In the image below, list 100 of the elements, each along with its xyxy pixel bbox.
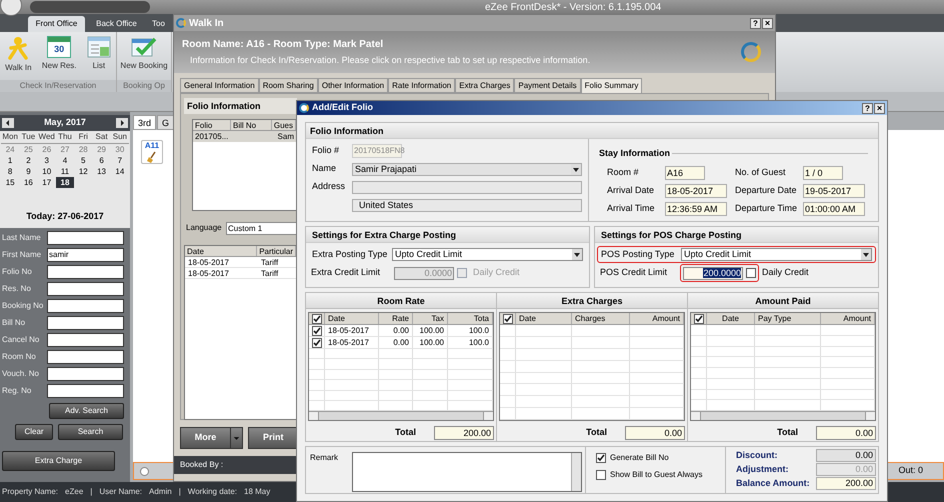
- column-header[interactable]: Tota: [448, 313, 493, 324]
- calendar-day[interactable]: 8: [1, 166, 20, 177]
- help-button[interactable]: ?: [862, 102, 873, 114]
- ribbon-button[interactable]: 30 New Res.: [42, 36, 77, 72]
- checkbox[interactable]: [746, 268, 756, 278]
- ribbon-button[interactable]: New Booking: [120, 36, 168, 72]
- calendar-day[interactable]: 24: [1, 144, 20, 155]
- name-dropdown[interactable]: Samir Prajapati: [352, 162, 582, 176]
- column-header[interactable]: Amount: [821, 313, 875, 324]
- tab[interactable]: Other Information: [318, 78, 388, 93]
- search-input-field[interactable]: [47, 367, 124, 381]
- tab[interactable]: Payment Details: [514, 78, 581, 93]
- calendar-day[interactable]: 1: [1, 155, 20, 166]
- ribbon-tab[interactable]: Front Office: [28, 16, 85, 32]
- clear-button[interactable]: Clear: [15, 424, 53, 440]
- calendar-day[interactable]: 9: [19, 166, 38, 177]
- radio-button[interactable]: [140, 466, 149, 476]
- column-header[interactable]: Date: [516, 313, 572, 324]
- calendar-day[interactable]: 11: [56, 166, 74, 177]
- calendar-day[interactable]: 12: [74, 166, 92, 177]
- calendar-day[interactable]: 18: [56, 177, 74, 188]
- checkbox[interactable]: [312, 314, 322, 324]
- close-button[interactable]: ×: [762, 18, 773, 28]
- remark-field[interactable]: [352, 452, 582, 492]
- country-field[interactable]: United States: [352, 198, 582, 212]
- column-header[interactable]: Amount: [630, 313, 684, 324]
- column-header[interactable]: Folio: [193, 120, 232, 130]
- checkbox[interactable]: [502, 314, 512, 324]
- checkbox[interactable]: [312, 326, 322, 336]
- horizontal-scrollbar[interactable]: [309, 411, 493, 420]
- floor-tab[interactable]: G: [157, 115, 174, 130]
- language-field[interactable]: Custom 1: [226, 222, 297, 234]
- previous-month-icon[interactable]: [2, 118, 14, 128]
- advanced-search-button[interactable]: Adv. Search: [49, 402, 124, 418]
- ribbon-button[interactable]: List: [86, 36, 111, 72]
- room-tile[interactable]: A11: [141, 140, 163, 164]
- calendar-day[interactable]: 27: [56, 144, 74, 155]
- calendar-day[interactable]: 26: [38, 144, 56, 155]
- calendar-day[interactable]: 25: [19, 144, 38, 155]
- posting-type-dropdown[interactable]: Upto Credit Limit: [681, 248, 872, 261]
- ribbon-tab[interactable]: Back Office: [88, 16, 145, 32]
- help-button[interactable]: ?: [750, 18, 761, 28]
- more-button[interactable]: More: [180, 427, 243, 449]
- calendar-day[interactable]: 15: [1, 177, 20, 188]
- ribbon-tab[interactable]: Too: [148, 16, 170, 32]
- calendar-day[interactable]: 16: [19, 177, 38, 188]
- caret-icon: [230, 428, 242, 448]
- checkbox[interactable]: [457, 268, 467, 278]
- search-input-field[interactable]: [47, 282, 124, 296]
- calendar-day[interactable]: 13: [92, 166, 111, 177]
- search-input-field[interactable]: [47, 299, 124, 313]
- column-header[interactable]: Rate: [379, 313, 413, 324]
- floor-tab[interactable]: 3rd: [133, 115, 156, 130]
- tab[interactable]: Rate Information: [388, 78, 456, 93]
- calendar-day[interactable]: 3: [38, 155, 56, 166]
- column-header[interactable]: Date: [325, 313, 379, 324]
- address-field[interactable]: [352, 180, 582, 194]
- tab[interactable]: Room Sharing: [258, 78, 318, 93]
- tab[interactable]: Extra Charges: [455, 78, 514, 93]
- checkbox[interactable]: [596, 453, 606, 463]
- calendar-day[interactable]: 10: [38, 166, 56, 177]
- column-header[interactable]: Charges: [572, 313, 630, 324]
- app-logo[interactable]: [0, 0, 22, 16]
- search-input-field[interactable]: [47, 333, 124, 347]
- column-header[interactable]: Pay Type: [755, 313, 821, 324]
- calendar-day[interactable]: 14: [110, 166, 129, 177]
- search-button[interactable]: Search: [58, 424, 123, 440]
- calendar-day[interactable]: 7: [110, 155, 129, 166]
- credit-limit-field[interactable]: 200.0000: [683, 266, 743, 280]
- calendar-day[interactable]: 28: [74, 144, 92, 155]
- calendar-day[interactable]: 6: [92, 155, 111, 166]
- close-button[interactable]: ×: [874, 102, 885, 114]
- posting-type-dropdown[interactable]: Upto Credit Limit: [392, 248, 583, 261]
- checkbox[interactable]: [694, 314, 704, 324]
- column-header[interactable]: Bill No: [231, 120, 272, 130]
- checkbox[interactable]: [596, 470, 606, 480]
- column-header[interactable]: Date: [185, 246, 258, 256]
- extra-charge-button[interactable]: Extra Charge: [2, 450, 115, 470]
- horizontal-scrollbar[interactable]: [691, 411, 875, 420]
- tab[interactable]: General Information: [180, 78, 259, 93]
- calendar-day[interactable]: 29: [92, 144, 111, 155]
- search-input-field[interactable]: samir: [47, 248, 124, 262]
- checkbox[interactable]: [312, 338, 322, 348]
- ribbon-button[interactable]: Walk In: [5, 36, 32, 74]
- search-input-field[interactable]: [47, 384, 124, 398]
- calendar-day[interactable]: 2: [19, 155, 38, 166]
- calendar-day[interactable]: 17: [38, 177, 56, 188]
- vertical-scrollbar[interactable]: [571, 453, 581, 491]
- search-input-field[interactable]: [47, 316, 124, 330]
- tab[interactable]: Folio Summary: [580, 78, 642, 93]
- calendar-day[interactable]: 5: [74, 155, 92, 166]
- calendar-day[interactable]: 30: [110, 144, 129, 155]
- next-month-icon[interactable]: [116, 118, 128, 128]
- column-header[interactable]: Date: [707, 313, 755, 324]
- total-label: Total: [586, 426, 607, 440]
- search-input-field[interactable]: [47, 350, 124, 364]
- search-input-field[interactable]: [47, 265, 124, 279]
- calendar-day[interactable]: 4: [56, 155, 74, 166]
- search-input-field[interactable]: [47, 231, 124, 245]
- column-header[interactable]: Tax: [413, 313, 448, 324]
